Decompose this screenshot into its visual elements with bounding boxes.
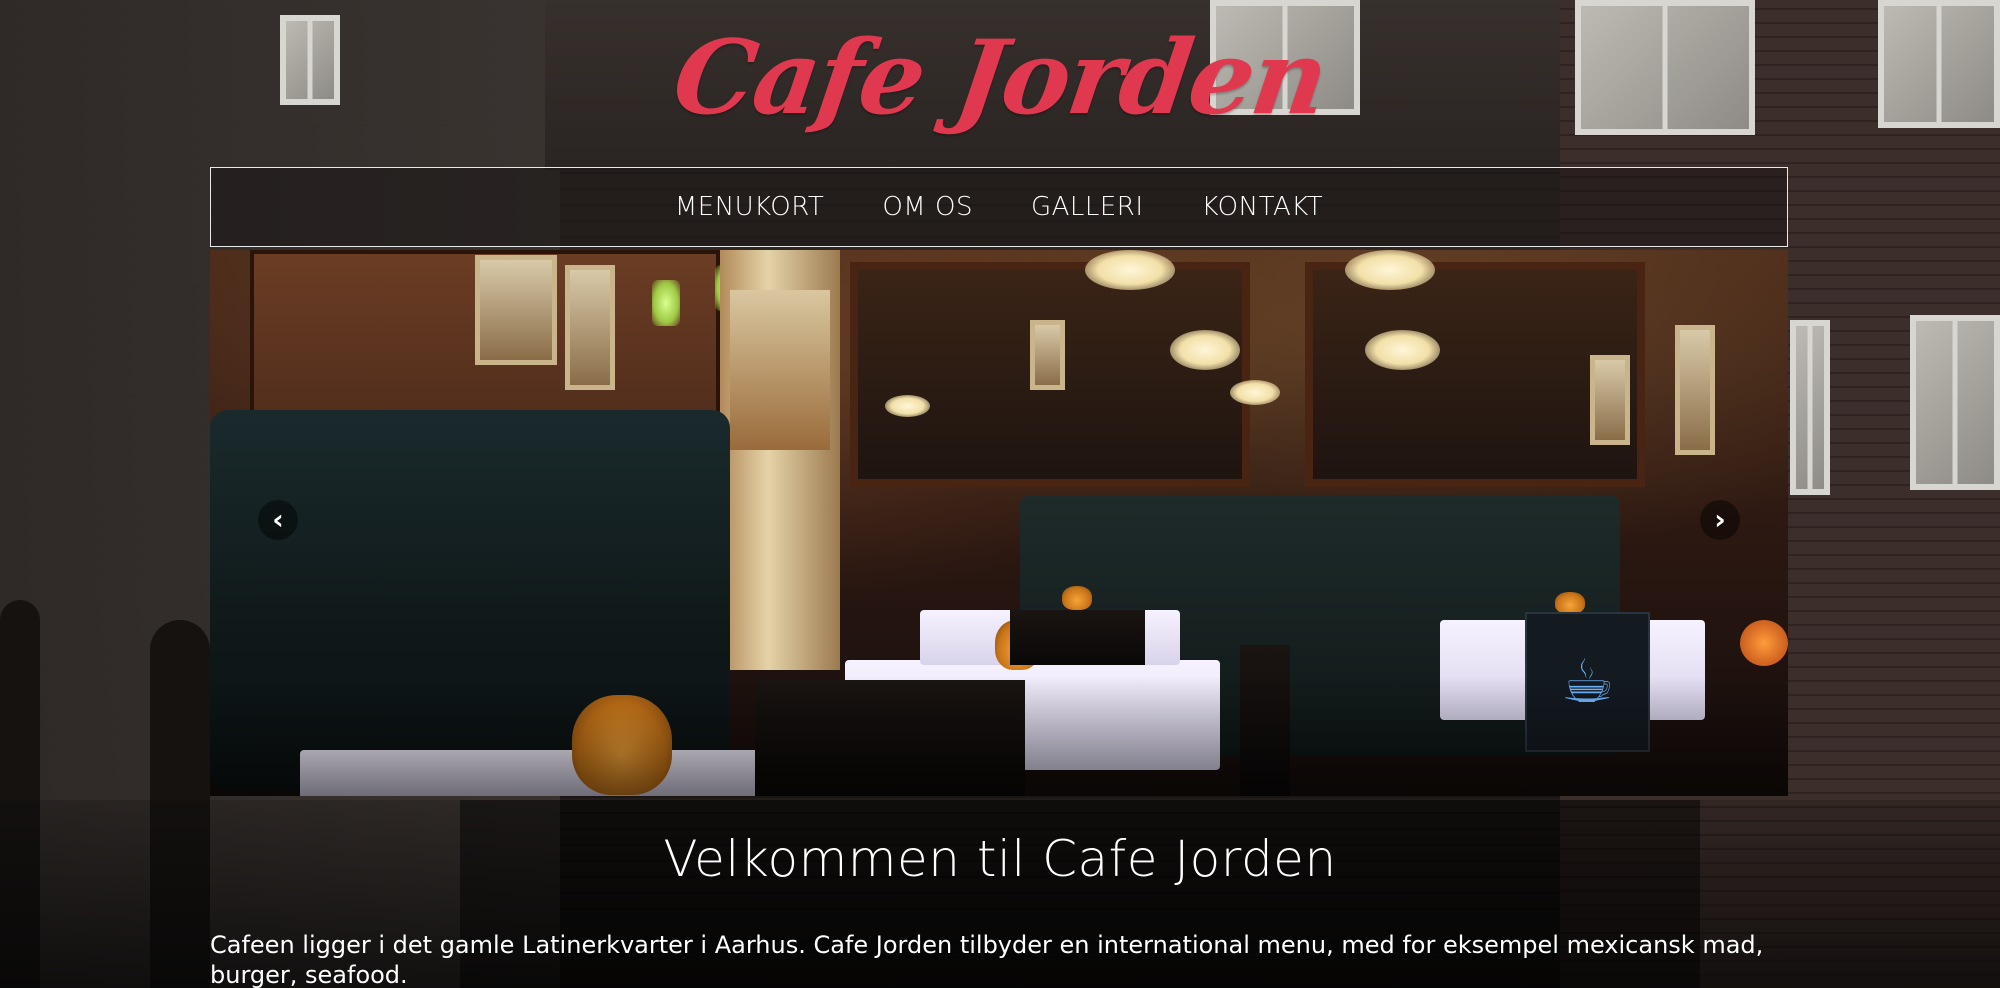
- wall-picture: [1590, 355, 1630, 445]
- wall-picture: [1030, 320, 1065, 390]
- site-logo[interactable]: Cafe Jorden: [0, 8, 2000, 148]
- nav-item-om-os[interactable]: OM OS: [882, 192, 973, 222]
- pumpkin-decoration: [1740, 620, 1788, 666]
- wall-lamp: [652, 280, 680, 326]
- ceiling-lamp: [885, 395, 930, 417]
- wall-picture: [565, 265, 615, 390]
- carousel-next-button[interactable]: ›: [1700, 500, 1740, 540]
- candle-holder: [1062, 586, 1092, 610]
- nav-item-kontakt[interactable]: KONTAKT: [1202, 192, 1324, 222]
- welcome-text: Cafeen ligger i det gamle Latinerkvarter…: [210, 931, 1764, 988]
- background-window: [1910, 315, 2000, 490]
- pillar-poster: [730, 290, 830, 450]
- background-window: [1790, 320, 1830, 495]
- candle-holder: [1555, 592, 1585, 614]
- main-nav: MENUKORT OM OS GALLERI KONTAKT: [210, 167, 1788, 247]
- page: Cafe Jorden MENUKORT OM OS GALLERI KONTA…: [0, 0, 2000, 988]
- nav-item-menukort[interactable]: MENUKORT: [675, 192, 825, 222]
- ceiling-lamp: [1085, 250, 1175, 290]
- carousel-prev-button[interactable]: ‹: [258, 500, 298, 540]
- chevron-left-icon: ‹: [272, 503, 284, 536]
- ceiling-lamp: [1345, 250, 1435, 290]
- nav-item-galleri[interactable]: GALLERI: [1031, 192, 1144, 222]
- ceiling-lamp: [1365, 330, 1440, 370]
- chair: [1010, 610, 1145, 665]
- chevron-right-icon: ›: [1714, 503, 1726, 536]
- ceiling-lamp: [1230, 380, 1280, 405]
- ceiling-lamp: [1170, 330, 1240, 370]
- floor-shadow: [210, 676, 1788, 796]
- image-carousel: ☕ ‹ ›: [210, 250, 1788, 796]
- welcome-heading: Velkommen til Cafe Jorden: [663, 830, 1337, 888]
- wall-picture: [1675, 325, 1715, 455]
- wall-picture: [475, 255, 557, 365]
